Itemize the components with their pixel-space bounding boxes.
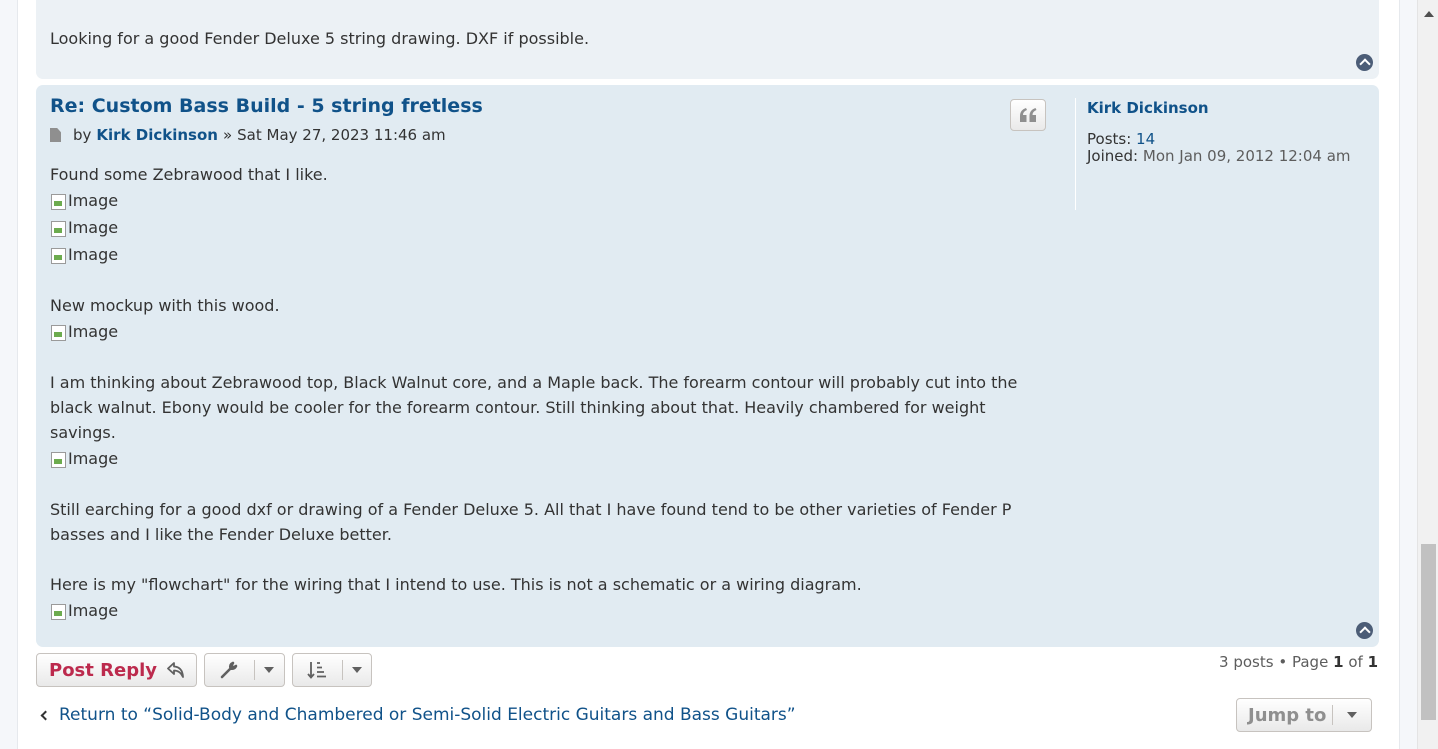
broken-image-icon (50, 247, 66, 264)
page-label: Page (1291, 653, 1329, 671)
post-paragraph: Here is my "flowchart" for the wiring th… (50, 575, 862, 594)
of-label: of (1348, 653, 1363, 671)
posts-label: Posts: (1087, 130, 1132, 148)
image-alt-text: Image (68, 322, 119, 341)
post-author-link[interactable]: Kirk Dickinson (96, 126, 218, 144)
current-page: 1 (1333, 653, 1344, 671)
post-text-line: New mockup with this wood. (50, 296, 280, 315)
broken-image-icon (50, 451, 66, 468)
post-reply-button[interactable]: Post Reply (36, 653, 197, 687)
wrench-icon (221, 661, 238, 679)
scroll-up-icon[interactable] (1424, 11, 1434, 17)
tools-dropdown[interactable] (204, 653, 285, 687)
image-alt-text: Image (68, 218, 119, 237)
return-link-label: Return to “Solid-Body and Chambered or S… (59, 705, 796, 725)
broken-image-icon (50, 220, 66, 237)
post-image[interactable]: Image (50, 318, 1035, 345)
by-label: by (73, 126, 92, 144)
quote-button[interactable] (1010, 99, 1046, 131)
back-to-top-icon[interactable] (1356, 54, 1373, 71)
post-paragraph: I am thinking about Zebrawood top, Black… (50, 373, 1018, 442)
post-content: Found some Zebrawood that I like. Image … (50, 162, 1035, 624)
joined-label: Joined: (1087, 147, 1139, 165)
back-to-top-icon[interactable] (1356, 622, 1373, 639)
post-date: Sat May 27, 2023 11:46 am (237, 126, 446, 144)
previous-post: Looking for a good Fender Deluxe 5 strin… (36, 0, 1379, 79)
posts-count-link[interactable]: 14 (1136, 130, 1155, 148)
scrollbar-thumb[interactable] (1421, 544, 1436, 720)
post-image[interactable]: Image (50, 241, 1035, 268)
post-image[interactable]: Image (50, 214, 1035, 241)
quote-icon (1020, 108, 1037, 122)
chevron-down-icon (264, 667, 275, 673)
image-alt-text: Image (68, 191, 119, 210)
post-image[interactable]: Image (50, 597, 1035, 624)
chevron-down-icon (351, 667, 362, 673)
return-to-forum-link[interactable]: Return to “Solid-Body and Chambered or S… (40, 705, 796, 725)
post-image[interactable]: Image (50, 445, 1035, 472)
broken-image-icon (50, 324, 66, 341)
pagination-bullet: • (1278, 653, 1288, 671)
jump-to-label: Jump to (1248, 704, 1327, 726)
profile-joined: Joined: Mon Jan 09, 2012 12:04 am (1087, 148, 1365, 165)
pagination: 3 posts • Page 1 of 1 (1219, 653, 1378, 671)
image-alt-text: Image (68, 449, 119, 468)
image-alt-text: Image (68, 245, 119, 264)
post-paragraph: Still earching for a good dxf or drawing… (50, 500, 1012, 544)
post: Re: Custom Bass Build - 5 string fretles… (36, 85, 1379, 647)
post-file-icon[interactable] (50, 128, 61, 142)
post-text-line: Found some Zebrawood that I like. (50, 165, 328, 184)
reply-icon (167, 662, 184, 678)
jump-to-dropdown[interactable]: Jump to (1236, 698, 1372, 732)
date-separator: » (222, 126, 233, 144)
joined-date: Mon Jan 09, 2012 12:04 am (1142, 147, 1351, 165)
broken-image-icon (50, 193, 66, 210)
post-image[interactable]: Image (50, 187, 1035, 214)
post-meta: by Kirk Dickinson » Sat May 27, 2023 11:… (50, 126, 446, 144)
chevron-down-icon (1347, 712, 1358, 718)
sort-icon (307, 662, 327, 679)
sort-dropdown[interactable] (292, 653, 372, 687)
chevron-left-icon (40, 710, 51, 720)
post-title[interactable]: Re: Custom Bass Build - 5 string fretles… (50, 95, 483, 117)
previous-post-content: Looking for a good Fender Deluxe 5 strin… (50, 29, 590, 48)
broken-image-icon (50, 603, 66, 620)
profile-username[interactable]: Kirk Dickinson (1087, 99, 1209, 117)
post-reply-label: Post Reply (49, 659, 157, 681)
total-pages: 1 (1367, 653, 1378, 671)
post-profile: Kirk Dickinson Posts: 14 Joined: Mon Jan… (1075, 98, 1365, 210)
scrollbar[interactable] (1417, 0, 1438, 749)
post-count: 3 posts (1219, 653, 1274, 671)
profile-posts: Posts: 14 (1087, 131, 1365, 148)
image-alt-text: Image (68, 601, 119, 620)
